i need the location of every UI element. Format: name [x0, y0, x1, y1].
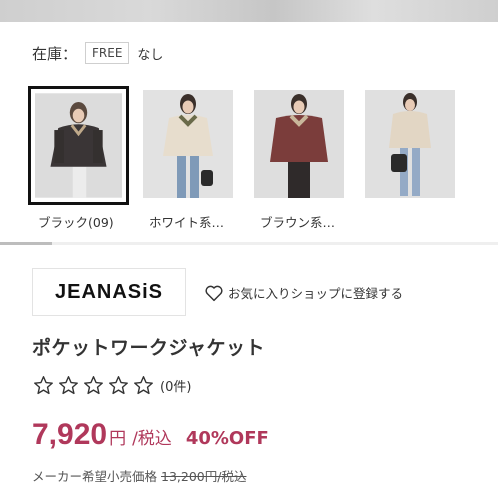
stock-row: 在庫： FREE なし — [32, 42, 163, 64]
rating-stars[interactable]: (0件) — [33, 375, 191, 396]
color-thumb-image — [143, 90, 233, 198]
color-thumb-black[interactable]: ブラック(09) — [28, 86, 134, 231]
color-thumb-4[interactable] — [361, 86, 467, 231]
scrollbar-thumb[interactable] — [0, 242, 52, 245]
product-image-bottom-edge — [0, 0, 498, 22]
cutoff-text — [32, 490, 222, 498]
color-label: ブラック(09) — [38, 215, 114, 230]
color-thumb-image — [254, 90, 344, 198]
review-count: (0件) — [160, 380, 192, 395]
msrp-label: メーカー希望小売価格 — [32, 469, 158, 484]
color-thumb-brown[interactable]: ブラウン系… — [250, 86, 356, 231]
brand-logo-button[interactable]: JEANASiS — [32, 268, 186, 316]
msrp-value: 13,200円/税込 — [161, 469, 247, 484]
price-unit: 円 — [109, 429, 127, 449]
brand-name: JEANASiS — [54, 280, 164, 303]
star-icon — [59, 376, 78, 395]
stock-label: 在庫： — [32, 44, 78, 63]
color-thumb-image — [35, 93, 122, 198]
heart-icon — [205, 285, 223, 301]
favorite-shop-label: お気に入りショップに登録する — [228, 286, 404, 301]
color-thumb-image — [365, 90, 455, 198]
price-row: 7,920 円 /税込 40%OFF — [32, 418, 269, 452]
msrp-row: メーカー希望小売価格 13,200円/税込 — [32, 466, 246, 485]
tax-label: /税込 — [132, 429, 172, 449]
stock-status: なし — [137, 47, 164, 63]
sale-price: 7,920 — [32, 418, 108, 451]
color-thumbnails: ブラック(09) ホワイト系… ブラウン系… — [28, 86, 472, 231]
color-label: ホワイト系… — [149, 215, 225, 230]
color-label: ブラウン系… — [260, 215, 336, 230]
product-title: ポケットワークジャケット — [32, 337, 266, 359]
star-icon — [134, 376, 153, 395]
star-icon — [84, 376, 103, 395]
favorite-shop-link[interactable]: お気に入りショップに登録する — [204, 283, 403, 302]
star-icon — [109, 376, 128, 395]
thumbnail-scrollbar[interactable] — [0, 242, 498, 245]
size-chip[interactable]: FREE — [85, 42, 130, 64]
color-thumb-white[interactable]: ホワイト系… — [139, 86, 245, 231]
discount-badge: 40%OFF — [185, 428, 269, 449]
star-icon — [34, 376, 53, 395]
